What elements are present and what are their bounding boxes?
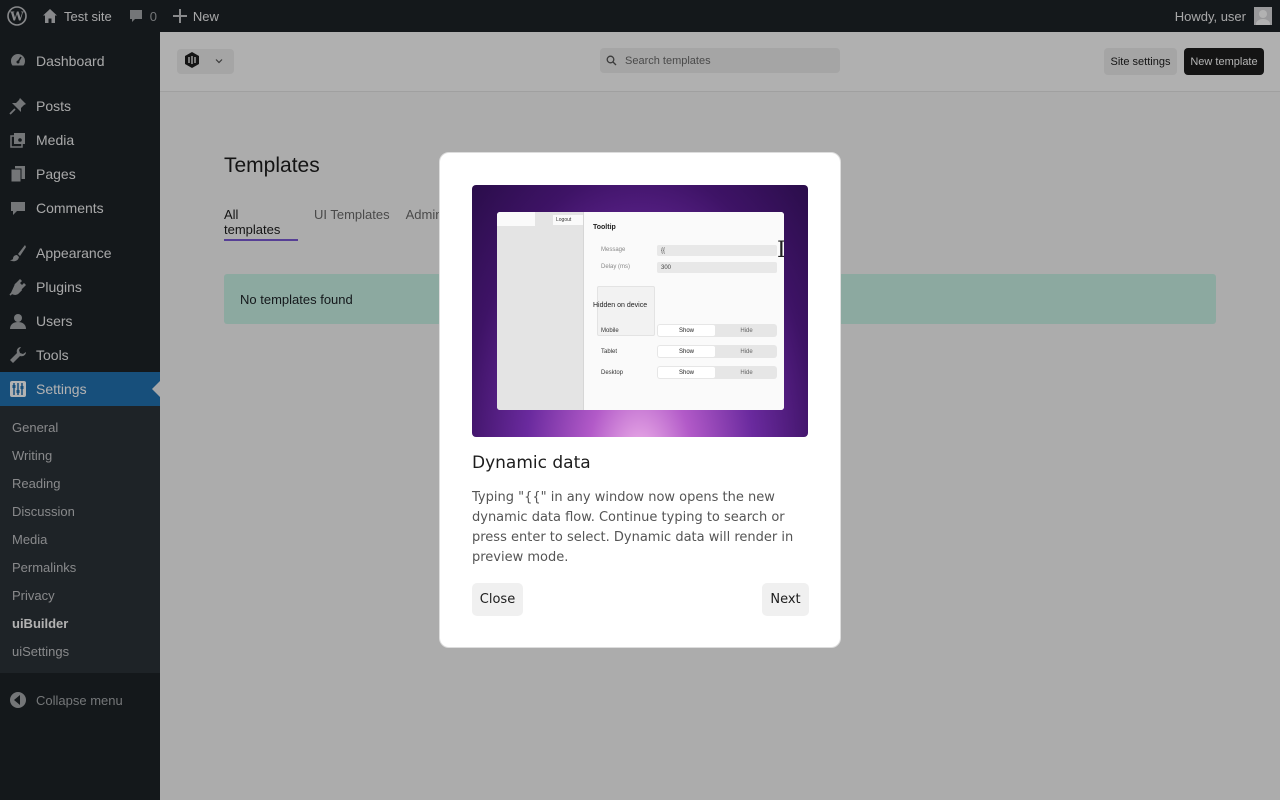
preview-panel-title: Tooltip <box>593 224 616 231</box>
preview-message-label: Message <box>601 247 626 253</box>
preview-section-heading: Hidden on device <box>593 302 648 309</box>
feature-preview-image: Logout Tooltip Message {{ Delay (ms) 300… <box>472 185 808 437</box>
close-button[interactable]: Close <box>472 583 523 616</box>
preview-show-option: Show <box>658 346 715 357</box>
preview-toggle-tablet: Show Hide <box>657 345 777 358</box>
preview-logo-block <box>497 212 535 226</box>
preview-show-option: Show <box>658 367 715 378</box>
modal-description: Typing "{{" in any window now opens the … <box>472 490 794 565</box>
preview-panel: Tooltip Message {{ Delay (ms) 300 Hidden… <box>584 212 784 410</box>
whats-new-modal: Logout Tooltip Message {{ Delay (ms) 300… <box>439 152 841 648</box>
preview-logout: Logout <box>553 215 583 225</box>
preview-device-desktop: Desktop <box>601 370 624 376</box>
preview-message-field: {{ <box>657 245 777 256</box>
preview-toggle-mobile: Show Hide <box>657 324 777 337</box>
preview-delay-field: 300 <box>657 262 777 273</box>
preview-device-mobile: Mobile <box>601 328 619 334</box>
preview-hide-option: Hide <box>740 369 753 376</box>
preview-show-option: Show <box>658 325 715 336</box>
modal-title: Dynamic data <box>472 453 591 473</box>
preview-sidebar: Logout <box>497 212 584 410</box>
preview-logout-label: Logout <box>556 217 572 223</box>
text-cursor-icon: I <box>777 238 784 263</box>
preview-hide-option: Hide <box>740 327 753 334</box>
preview-delay-label: Delay (ms) <box>601 264 631 270</box>
next-button[interactable]: Next <box>762 583 809 616</box>
preview-toggle-desktop: Show Hide <box>657 366 777 379</box>
preview-device-tablet: Tablet <box>601 349 618 355</box>
preview-window: Logout Tooltip Message {{ Delay (ms) 300… <box>497 212 784 410</box>
preview-hide-option: Hide <box>740 348 753 355</box>
